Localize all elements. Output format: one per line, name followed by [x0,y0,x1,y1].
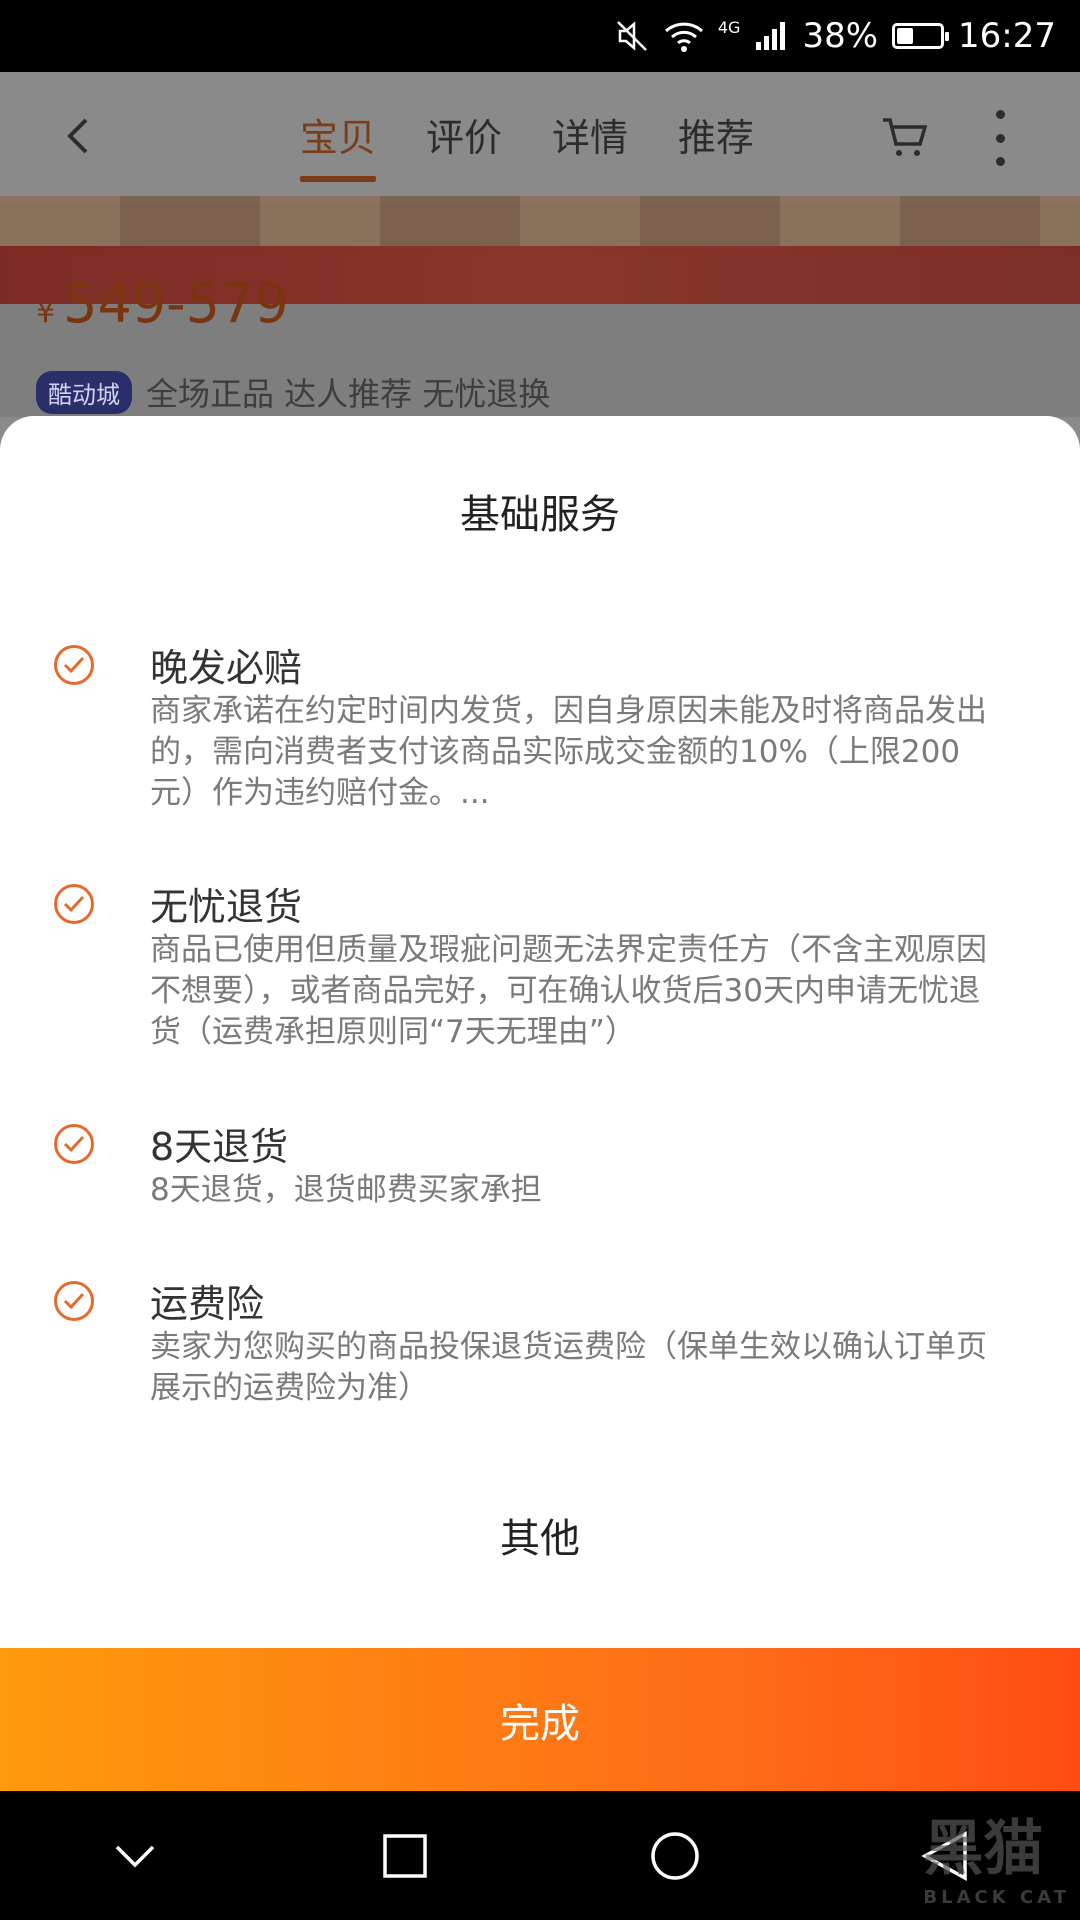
battery-percent: 38% [802,16,879,56]
price-value: 549-579 [63,272,289,335]
done-button[interactable]: 完成 [0,1648,1080,1791]
watermark-cn: 黑猫 [923,1814,1044,1884]
service-desc: 商品已使用但质量及瑕疵问题无法界定责任方（不含主观原因不想要），或者商品完好，可… [150,932,987,1050]
clock: 16:27 [958,16,1056,56]
watermark-en: BLACK CAT [923,1887,1070,1908]
battery-icon [892,23,950,49]
check-icon [54,1281,94,1321]
store-tags: 酷动城 全场正品 达人推荐 无忧退换 [36,369,550,415]
more-icon[interactable] [990,110,1010,166]
home-icon[interactable] [645,1826,705,1886]
services-sheet: 基础服务 晚发必赔 商家承诺在约定时间内发货，因自身原因未能及时将商品发出的，需… [0,416,1080,1648]
sheet-title: 基础服务 [460,492,620,538]
store-badge: 酷动城 [36,370,132,414]
tab-bar: 宝贝 评价 详情 推荐 [300,108,754,182]
service-title: 晚发必赔 [150,646,303,690]
watermark-logo: 黑猫 BLACK CAT [923,1800,1070,1908]
system-nav-bar [0,1791,1080,1920]
collapse-icon[interactable] [105,1826,165,1886]
service-desc: 卖家为您购买的商品投保退货运费险（保单生效以确认订单页展示的运费险为准） [150,1329,987,1406]
check-icon [54,1124,94,1164]
service-title: 8天退货 [150,1125,289,1169]
tab-recommend[interactable]: 推荐 [678,108,754,168]
service-desc: 商家承诺在约定时间内发货，因自身原因未能及时将商品发出的，需向消费者支付该商品实… [150,693,987,811]
cart-icon[interactable] [880,112,930,162]
check-icon [54,645,94,685]
network-type: 4G [717,17,741,37]
signal-icon [754,20,788,52]
service-desc: 8天退货，退货邮费买家承担 [150,1172,542,1208]
price-symbol: ¥ [36,295,56,330]
service-title: 运费险 [150,1282,265,1326]
background-page: 宝贝 评价 详情 推荐 ¥ 549-579 酷动城 全场正品 达人推荐 无忧退换 [0,72,1080,417]
status-bar: 4G 38% 16:27 [0,0,1080,72]
service-title: 无忧退货 [150,885,303,929]
back-icon[interactable] [60,116,100,156]
tab-details[interactable]: 详情 [552,108,628,168]
check-icon [54,884,94,924]
recents-icon[interactable] [375,1826,435,1886]
price: ¥ 549-579 [36,272,289,335]
other-section-title: 其他 [500,1516,580,1562]
mute-icon [614,18,650,54]
tab-baobei[interactable]: 宝贝 [300,108,377,182]
top-nav: 宝贝 评价 详情 推荐 [0,72,1080,204]
wifi-icon [664,19,704,53]
tab-reviews[interactable]: 评价 [426,108,502,168]
store-tag-text: 全场正品 达人推荐 无忧退换 [146,375,551,413]
